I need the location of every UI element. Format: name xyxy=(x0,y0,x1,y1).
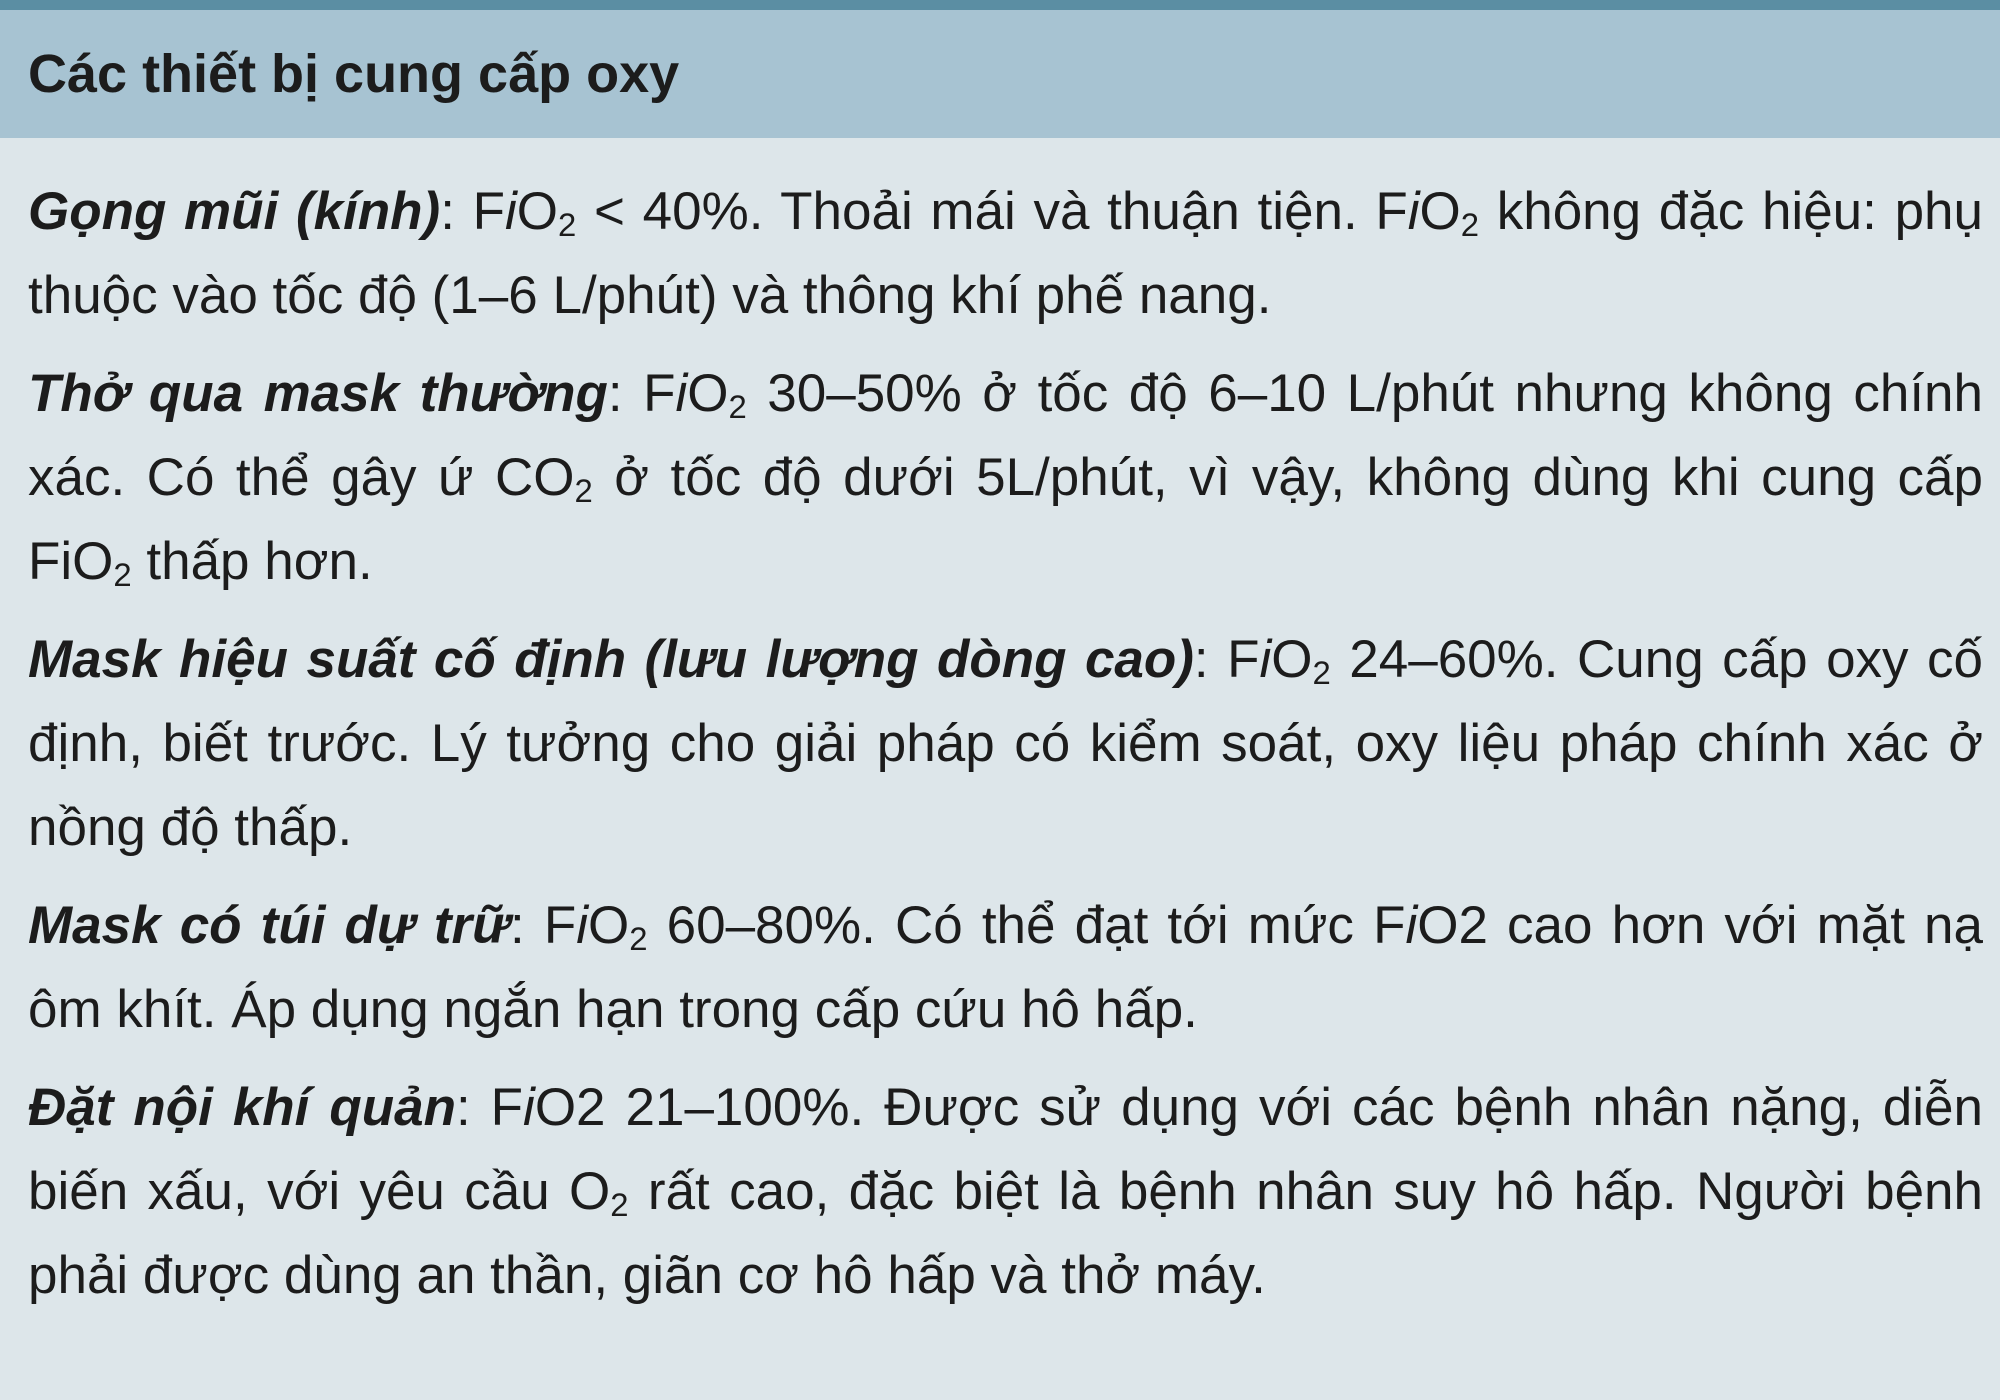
fio2-label: FiO2 xyxy=(643,364,747,426)
subscript: 2 xyxy=(113,556,132,594)
entry-term: Đặt nội khí quản xyxy=(28,1078,456,1137)
entry-term: Gọng mũi (kính) xyxy=(28,182,441,241)
entry-text: 60–80%. Có thể đạt tới mức xyxy=(647,896,1374,955)
fio2-label: FiO2 xyxy=(1375,182,1480,244)
entry-nasal-cannula: Gọng mũi (kính): FiO2 < 40%. Thoải mái v… xyxy=(28,182,1983,325)
subscript: 2 xyxy=(610,1186,629,1224)
entry-fixed-performance-mask: Mask hiệu suất cố định (lưu lượng dòng c… xyxy=(28,630,1983,857)
entry-term: Mask hiệu suất cố định (lưu lượng dòng c… xyxy=(28,630,1194,689)
top-rule xyxy=(0,0,2000,10)
entry-term: Mask có túi dự trữ xyxy=(28,896,510,955)
entry-reservoir-mask: Mask có túi dự trữ: FiO2 60–80%. Có thể … xyxy=(28,896,1984,1039)
box-header: Các thiết bị cung cấp oxy xyxy=(0,10,2000,138)
box-title: Các thiết bị cung cấp oxy xyxy=(28,44,680,104)
entry-text: thấp hơn. xyxy=(131,532,373,591)
entry-simple-mask: Thở qua mask thường: FiO2 30–50% ở tốc đ… xyxy=(28,364,1983,594)
entry-term: Thở qua mask thường xyxy=(28,364,608,423)
box-content: Gọng mũi (kính): FiO2 < 40%. Thoải mái v… xyxy=(28,170,1983,1332)
entry-intubation: Đặt nội khí quản: FiO2 21–100%. Được sử … xyxy=(28,1078,1983,1305)
subscript: 2 xyxy=(574,472,593,510)
oxygen-devices-box: Các thiết bị cung cấp oxy Gọng mũi (kính… xyxy=(0,0,2000,1400)
fio2-label: FiO2 xyxy=(490,1078,606,1137)
fio2-label: FiO2 xyxy=(1373,896,1488,955)
fio2-label: FiO2 xyxy=(543,896,648,958)
fio2-label: FiO2 xyxy=(1227,630,1331,692)
entry-text: < 40%. Thoải mái và thuận tiện. xyxy=(576,182,1376,241)
fio2-label: FiO2 xyxy=(472,182,577,244)
